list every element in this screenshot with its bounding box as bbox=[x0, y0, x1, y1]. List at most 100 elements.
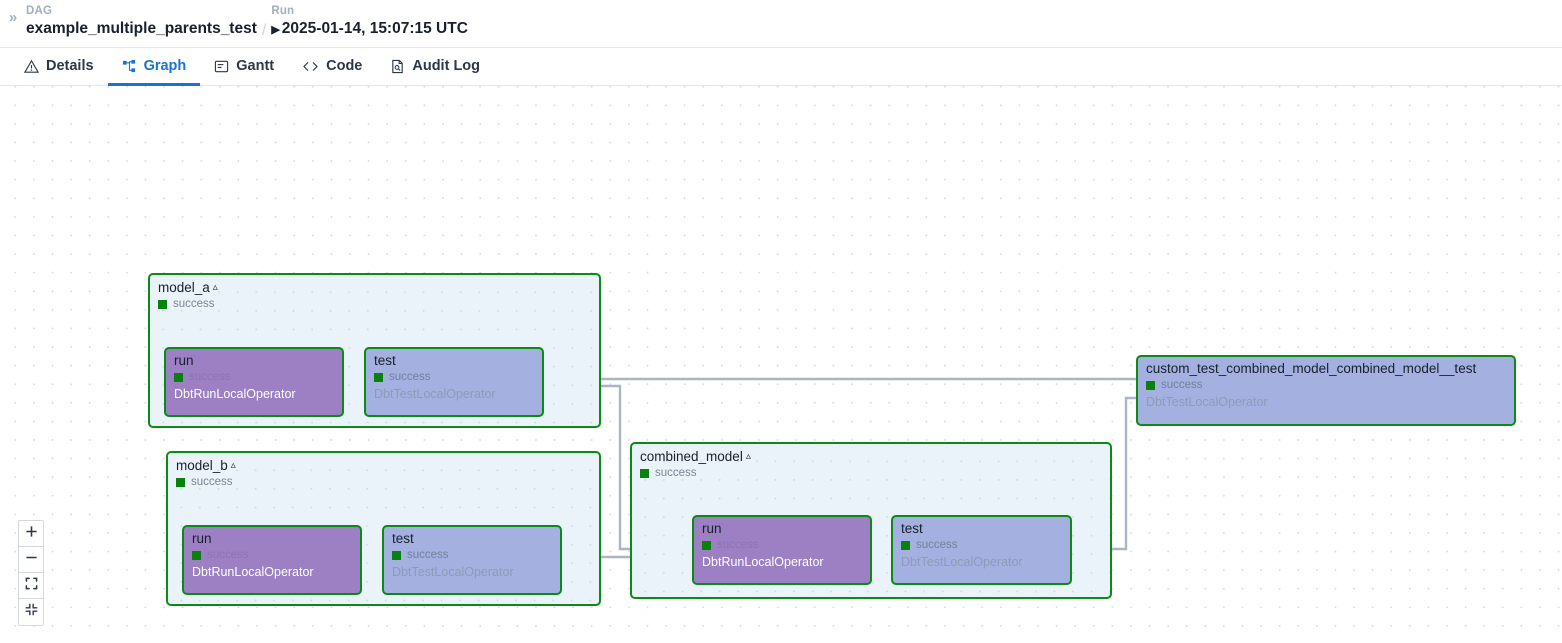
task-node-custom-test-status: success bbox=[1146, 379, 1203, 391]
gantt-chart-icon bbox=[214, 59, 229, 74]
status-square-icon bbox=[174, 373, 183, 382]
zoom-out-button[interactable] bbox=[19, 547, 43, 573]
dag-name-link[interactable]: example_multiple_parents_test bbox=[26, 18, 257, 39]
minus-icon bbox=[25, 551, 38, 569]
task-group-combined_model-status-label: success bbox=[655, 467, 697, 479]
task-node-model_a-run-status: success bbox=[174, 371, 231, 383]
breadcrumb-run: Run ▶2025-01-14, 15:07:15 UTC bbox=[271, 4, 468, 41]
double-chevron-right-icon[interactable]: » bbox=[0, 4, 26, 28]
task-node-combined_model-run-title: run bbox=[702, 521, 722, 536]
task-node-model_a-run-status-label: success bbox=[189, 371, 231, 383]
task-node-model_a-run-title: run bbox=[174, 353, 194, 368]
task-group-combined_model-label: combined_model bbox=[640, 449, 743, 464]
task-node-model_a-test-status: success bbox=[374, 371, 431, 383]
task-node-combined_model-run-status-label: success bbox=[717, 539, 759, 551]
tab-audit-log-label: Audit Log bbox=[412, 58, 480, 74]
collapse-arrows-icon bbox=[25, 603, 38, 621]
dag-kicker-label: DAG bbox=[26, 4, 257, 18]
run-timestamp-link[interactable]: ▶2025-01-14, 15:07:15 UTC bbox=[271, 18, 468, 41]
task-node-combined_model-run[interactable]: run success DbtRunLocalOperator bbox=[692, 515, 872, 585]
triangle-alert-icon bbox=[24, 59, 39, 74]
task-node-model_a-test[interactable]: test success DbtTestLocalOperator bbox=[364, 347, 544, 417]
tab-gantt-label: Gantt bbox=[236, 58, 274, 74]
task-node-model_b-test[interactable]: test success DbtTestLocalOperator bbox=[382, 525, 562, 595]
task-node-model_a-test-title: test bbox=[374, 353, 396, 368]
task-node-model_a-test-status-label: success bbox=[389, 371, 431, 383]
task-node-model_b-test-title: test bbox=[392, 531, 414, 546]
task-node-model_a-run[interactable]: run success DbtRunLocalOperator bbox=[164, 347, 344, 417]
task-node-model_b-run-operator: DbtRunLocalOperator bbox=[192, 565, 314, 579]
code-brackets-icon bbox=[302, 59, 319, 74]
task-group-combined_model-title[interactable]: combined_model ▵ bbox=[640, 449, 751, 464]
tab-details[interactable]: Details bbox=[10, 49, 108, 86]
task-node-custom-test-operator: DbtTestLocalOperator bbox=[1146, 395, 1268, 409]
status-square-icon bbox=[640, 469, 649, 478]
chevron-up-icon[interactable]: ▵ bbox=[213, 283, 218, 293]
task-group-model_a-status-label: success bbox=[173, 298, 215, 310]
task-group-model_a-title[interactable]: model_a ▵ bbox=[158, 280, 218, 295]
status-square-icon bbox=[702, 541, 711, 550]
status-square-icon bbox=[392, 551, 401, 560]
task-group-model_a-status: success bbox=[158, 298, 215, 310]
task-node-model_a-run-operator: DbtRunLocalOperator bbox=[174, 387, 296, 401]
tab-code-label: Code bbox=[326, 58, 362, 74]
status-square-icon bbox=[1146, 381, 1155, 390]
task-group-model_a-label: model_a bbox=[158, 280, 210, 295]
task-group-combined_model-status: success bbox=[640, 467, 697, 479]
chevron-up-icon[interactable]: ▵ bbox=[231, 461, 236, 471]
tab-details-label: Details bbox=[46, 58, 94, 74]
task-node-combined_model-test[interactable]: test success DbtTestLocalOperator bbox=[891, 515, 1072, 585]
task-node-model_b-run-status-label: success bbox=[207, 549, 249, 561]
task-group-model_a[interactable]: model_a ▵ success run success DbtRunLoca… bbox=[148, 273, 601, 428]
fit-view-button[interactable] bbox=[19, 573, 43, 599]
graph-icon bbox=[122, 59, 137, 74]
dag-graph-canvas[interactable]: model_a ▵ success run success DbtRunLoca… bbox=[0, 86, 1562, 643]
task-node-model_b-test-operator: DbtTestLocalOperator bbox=[392, 565, 514, 579]
document-icon bbox=[390, 59, 405, 74]
run-kicker-label: Run bbox=[271, 4, 468, 18]
breadcrumb-dag: DAG example_multiple_parents_test bbox=[26, 4, 257, 39]
view-tabs: Details Graph Gantt Code Audit Log bbox=[0, 48, 1562, 86]
status-square-icon bbox=[158, 300, 167, 309]
chevron-up-icon[interactable]: ▵ bbox=[746, 452, 751, 462]
breadcrumb: DAG example_multiple_parents_test / Run … bbox=[26, 4, 468, 41]
task-node-custom-test-status-label: success bbox=[1161, 379, 1203, 391]
zoom-in-button[interactable] bbox=[19, 521, 43, 547]
task-node-model_b-test-status-label: success bbox=[407, 549, 449, 561]
task-node-combined_model-run-operator: DbtRunLocalOperator bbox=[702, 555, 824, 569]
tab-graph-label: Graph bbox=[144, 58, 187, 74]
task-group-model_b-label: model_b bbox=[176, 458, 228, 473]
fit-screen-icon bbox=[25, 577, 38, 595]
task-node-combined_model-test-status: success bbox=[901, 539, 958, 551]
task-group-model_b-title[interactable]: model_b ▵ bbox=[176, 458, 236, 473]
tab-code[interactable]: Code bbox=[288, 49, 376, 86]
breadcrumb-separator: / bbox=[262, 20, 266, 41]
task-group-model_b-status-label: success bbox=[191, 476, 233, 488]
task-node-model_a-test-operator: DbtTestLocalOperator bbox=[374, 387, 496, 401]
task-node-model_b-run[interactable]: run success DbtRunLocalOperator bbox=[182, 525, 362, 595]
status-square-icon bbox=[192, 551, 201, 560]
tab-graph[interactable]: Graph bbox=[108, 49, 201, 86]
page-header: » DAG example_multiple_parents_test / Ru… bbox=[0, 0, 1562, 48]
status-square-icon bbox=[901, 541, 910, 550]
task-group-model_b[interactable]: model_b ▵ success run success DbtRunLoca… bbox=[166, 451, 601, 606]
zoom-controls bbox=[18, 520, 44, 626]
task-node-combined_model-test-operator: DbtTestLocalOperator bbox=[901, 555, 1023, 569]
play-triangle-icon: ▶ bbox=[271, 24, 279, 36]
plus-icon bbox=[25, 525, 38, 543]
task-node-model_b-run-status: success bbox=[192, 549, 249, 561]
task-node-custom-test-title: custom_test_combined_model_combined_mode… bbox=[1146, 361, 1476, 376]
task-node-combined_model-run-status: success bbox=[702, 539, 759, 551]
tab-audit-log[interactable]: Audit Log bbox=[376, 49, 494, 86]
task-node-model_b-run-title: run bbox=[192, 531, 212, 546]
task-group-combined_model[interactable]: combined_model ▵ success run success Dbt… bbox=[630, 442, 1112, 599]
task-group-model_b-status: success bbox=[176, 476, 233, 488]
task-node-combined_model-test-title: test bbox=[901, 521, 923, 536]
status-square-icon bbox=[374, 373, 383, 382]
task-node-custom-test[interactable]: custom_test_combined_model_combined_mode… bbox=[1136, 355, 1516, 426]
tab-gantt[interactable]: Gantt bbox=[200, 49, 288, 86]
reset-view-button[interactable] bbox=[19, 599, 43, 625]
status-square-icon bbox=[176, 478, 185, 487]
task-node-combined_model-test-status-label: success bbox=[916, 539, 958, 551]
task-node-model_b-test-status: success bbox=[392, 549, 449, 561]
